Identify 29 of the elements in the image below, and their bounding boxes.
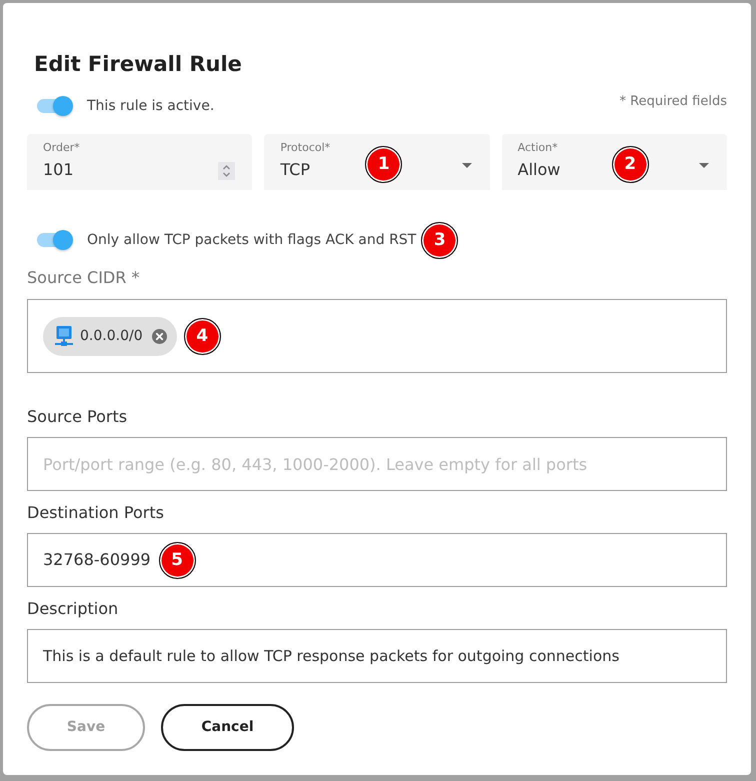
dropdown-select[interactable]: Action* Allow 2 bbox=[502, 134, 727, 190]
text-input[interactable]: This is a default rule to allow TCP response packets for outgoing connections bbox=[27, 629, 727, 683]
toggle-label: Only allow TCP packets with flags ACK and RST bbox=[87, 231, 416, 249]
dialog-title: Edit Firewall Rule bbox=[33, 51, 243, 78]
step-number-marker: 3 bbox=[421, 222, 458, 258]
toggle-switch[interactable] bbox=[37, 230, 73, 250]
dropdown-select[interactable]: Protocol* TCP 1 bbox=[264, 134, 490, 190]
toggle-label: This rule is active. bbox=[87, 97, 214, 115]
text-input[interactable]: Port/port range (e.g. 80, 443, 1000-2000). Leave empty for all ports bbox=[27, 437, 727, 491]
address-chip[interactable]: 0.0.0.0/0 bbox=[43, 316, 177, 356]
network-node-icon bbox=[55, 326, 73, 346]
step-number-marker: 5 bbox=[158, 542, 196, 578]
step-number-marker: 4 bbox=[184, 318, 221, 354]
field-label: Source Ports bbox=[27, 407, 128, 427]
field-label: Source CIDR * bbox=[27, 268, 140, 288]
remove-icon[interactable] bbox=[152, 328, 167, 344]
chip-input-field[interactable]: 0.0.0.0/0 4 bbox=[27, 299, 727, 373]
text-input[interactable]: 32768-60999 5 bbox=[27, 533, 727, 587]
required-fields-note: * Required fields bbox=[620, 95, 727, 109]
toggle-switch[interactable] bbox=[37, 96, 73, 116]
step-number-marker: 1 bbox=[365, 146, 402, 183]
field-label: Destination Ports bbox=[27, 503, 165, 523]
step-number-marker: 2 bbox=[612, 146, 649, 183]
dialog-button[interactable]: Cancel bbox=[161, 704, 294, 751]
dropdown-caret-icon[interactable] bbox=[698, 163, 709, 168]
number-field[interactable]: Order* 101 bbox=[27, 134, 252, 190]
dropdown-caret-icon[interactable] bbox=[462, 163, 472, 168]
field-label: Description bbox=[27, 599, 120, 619]
stepper-icon[interactable] bbox=[218, 162, 236, 180]
